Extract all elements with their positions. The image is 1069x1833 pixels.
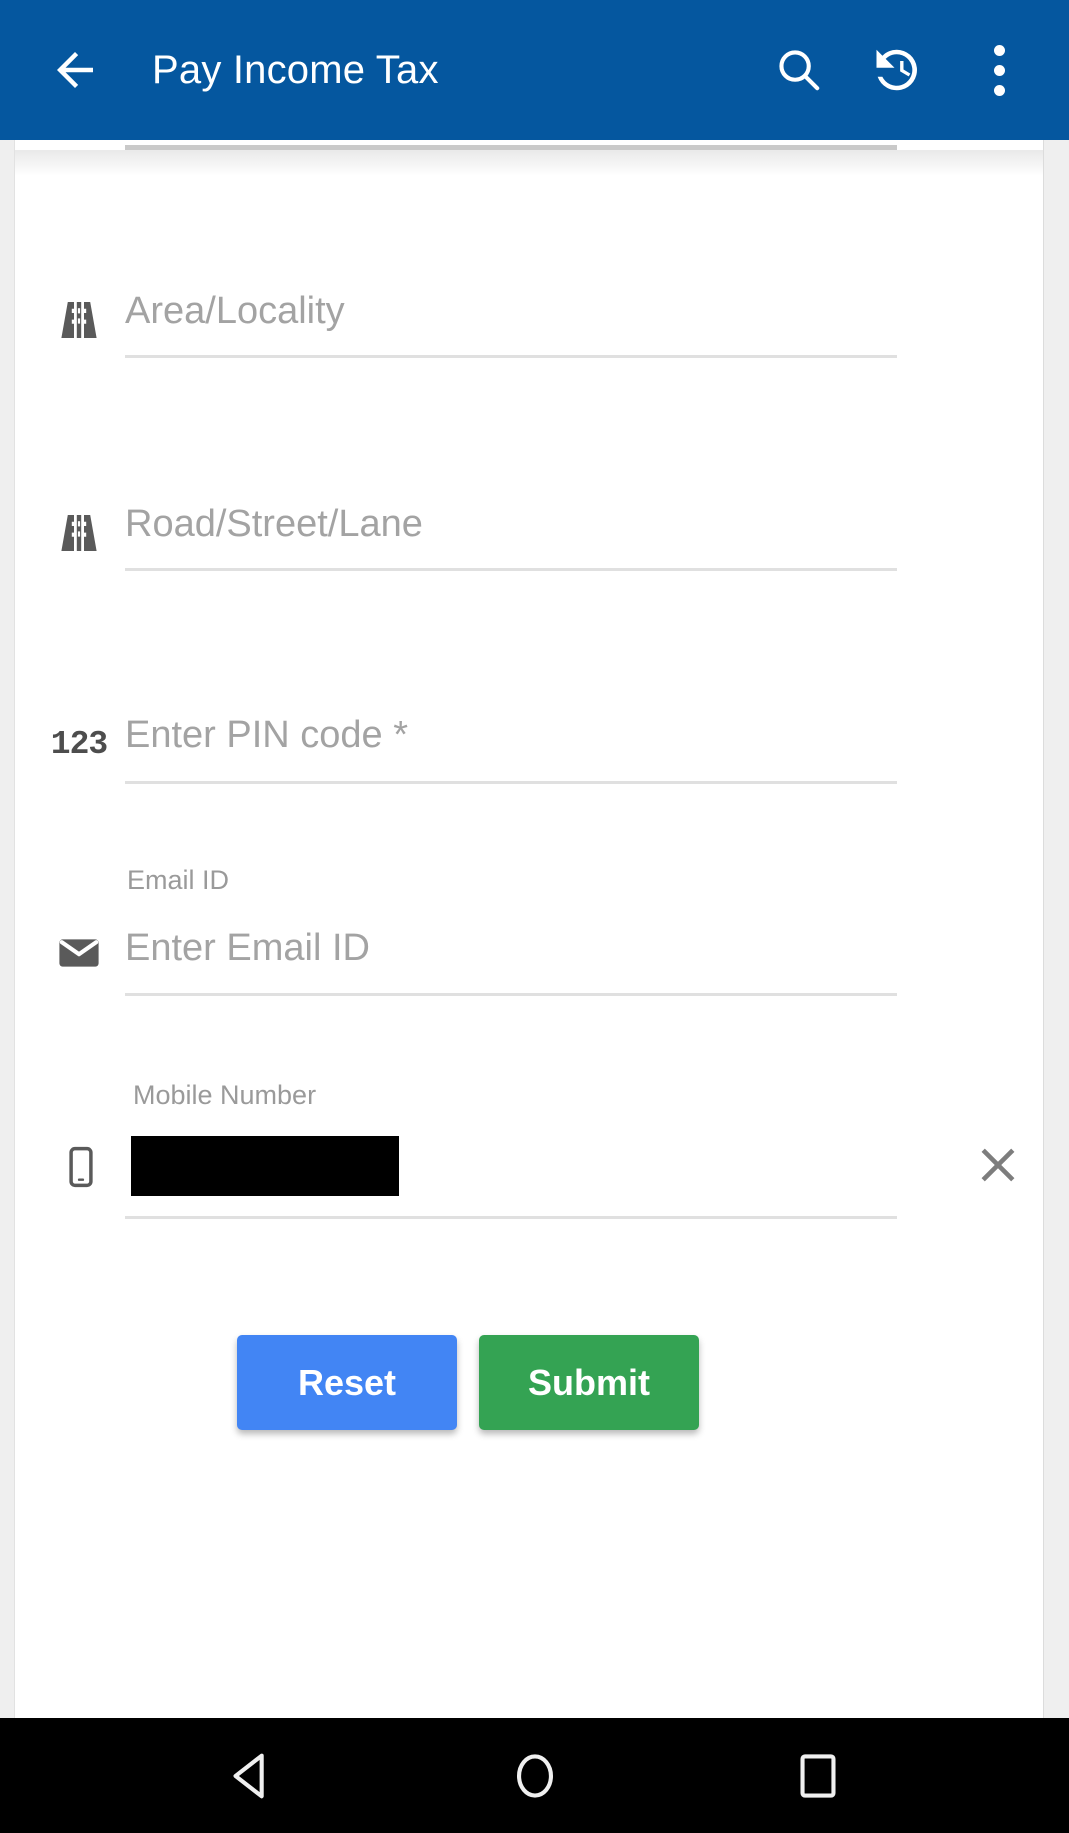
- nav-home-button[interactable]: [480, 1731, 590, 1821]
- pin-code-underline: [125, 781, 897, 784]
- email-id-underline: [125, 993, 897, 996]
- overflow-dot: [993, 84, 1005, 96]
- field-mobile-number: Mobile Number: [15, 1080, 1043, 1240]
- system-navigation-bar: [0, 1718, 1069, 1833]
- envelope-icon: [49, 923, 109, 983]
- overflow-menu-button[interactable]: [971, 42, 1027, 98]
- mobile-number-label: Mobile Number: [133, 1080, 317, 1110]
- nav-recents-button[interactable]: [763, 1731, 873, 1821]
- arrow-back-icon: [57, 52, 93, 88]
- submit-button[interactable]: Submit: [479, 1335, 699, 1430]
- overflow-dot: [993, 64, 1005, 76]
- road-street-lane-underline: [125, 568, 897, 571]
- nav-home-circle-icon: [516, 1753, 553, 1798]
- clear-x-icon[interactable]: [970, 1137, 1026, 1193]
- pin-code-input[interactable]: [125, 704, 897, 766]
- email-id-label: Email ID: [127, 865, 230, 895]
- mobile-phone-icon: [51, 1137, 111, 1197]
- area-locality-underline: [125, 355, 897, 358]
- field-road-street-lane: [15, 483, 1043, 603]
- road-icon: [49, 503, 109, 563]
- numbers-123-icon-text: 123: [50, 725, 108, 763]
- app-bar-actions: [771, 42, 1027, 98]
- page-title: Pay Income Tax: [152, 47, 439, 92]
- field-email-id: Email ID: [15, 865, 1043, 1015]
- numbers-123-icon: 123: [39, 714, 119, 774]
- history-button[interactable]: [871, 42, 927, 98]
- nav-back-triangle-icon: [233, 1753, 264, 1798]
- top-shadow: [15, 150, 1043, 176]
- area-locality-input[interactable]: [125, 280, 897, 342]
- mobile-number-underline: [125, 1216, 897, 1219]
- field-pin-code: 123: [15, 696, 1043, 816]
- road-street-lane-input[interactable]: [125, 493, 897, 555]
- email-id-input[interactable]: [125, 917, 897, 979]
- nav-recents-square-icon: [799, 1753, 836, 1798]
- field-area-locality: [15, 270, 1043, 390]
- overflow-dot: [993, 44, 1005, 56]
- form-card: 123 Email ID Mobile Number: [14, 140, 1044, 1718]
- scroll-container[interactable]: 123 Email ID Mobile Number: [0, 140, 1069, 1718]
- history-icon: [876, 49, 917, 91]
- back-button[interactable]: [40, 35, 110, 105]
- reset-button[interactable]: Reset: [237, 1335, 457, 1430]
- scrolled-off-field-underline: [125, 145, 897, 150]
- search-button[interactable]: [771, 42, 827, 98]
- search-icon: [779, 50, 820, 91]
- mobile-number-input[interactable]: [131, 1136, 891, 1196]
- road-icon: [49, 290, 109, 350]
- nav-back-button[interactable]: [197, 1731, 307, 1821]
- app-bar: Pay Income Tax: [0, 0, 1069, 140]
